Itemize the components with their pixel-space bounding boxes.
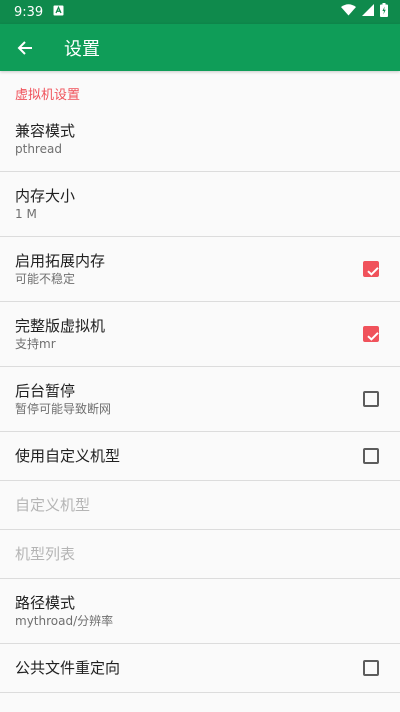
settings-list: 虚拟机设置 兼容模式 pthread 内存大小 1 M 启用拓展内存 可能不稳定… [0, 71, 400, 712]
setting-title: 内存大小 [15, 186, 76, 205]
setting-title: 完整版虚拟机 [15, 316, 106, 335]
setting-title: 自定义机型 [15, 496, 91, 514]
notification-icon [53, 5, 64, 20]
setting-title: 路径模式 [15, 593, 76, 612]
setting-background-pause[interactable]: 后台暂停 暂停可能导致断网 [0, 367, 400, 432]
checkmark-icon [367, 267, 379, 276]
setting-public-file-redirect[interactable]: 公共文件重定向 [0, 644, 400, 693]
battery-icon [380, 3, 388, 21]
use-custom-model-checkbox[interactable] [363, 448, 379, 464]
status-bar: 9:39 [0, 0, 400, 24]
setting-extended-memory[interactable]: 启用拓展内存 可能不稳定 [0, 237, 400, 302]
setting-custom-model: 自定义机型 [0, 481, 400, 530]
setting-title: 机型列表 [15, 545, 76, 563]
setting-full-vm[interactable]: 完整版虚拟机 支持mr [0, 302, 400, 367]
page-title: 设置 [64, 38, 100, 60]
checkmark-icon [367, 332, 379, 341]
setting-model-list: 机型列表 [0, 530, 400, 579]
setting-title: 使用自定义机型 [15, 447, 121, 465]
setting-summary: mythroad/分辨率 [15, 613, 114, 628]
setting-use-custom-model[interactable]: 使用自定义机型 [0, 432, 400, 481]
setting-memory-size[interactable]: 内存大小 1 M [0, 172, 400, 237]
section-header: 虚拟机设置 [15, 88, 81, 103]
setting-path-mode[interactable]: 路径模式 mythroad/分辨率 [0, 579, 400, 644]
setting-summary: 暂停可能导致断网 [15, 401, 112, 416]
back-button[interactable] [0, 24, 50, 71]
app-toolbar: 设置 [0, 24, 400, 71]
setting-summary: 1 M [15, 206, 37, 221]
setting-compat-mode[interactable]: 兼容模式 pthread [0, 107, 400, 172]
status-time: 9:39 [14, 4, 44, 20]
setting-title: 后台暂停 [15, 381, 76, 400]
arrow-back-icon [17, 40, 32, 55]
setting-summary: 支持mr [15, 336, 56, 351]
public-file-redirect-checkbox[interactable] [363, 660, 379, 676]
setting-title: 启用拓展内存 [15, 251, 106, 270]
wifi-icon [341, 4, 356, 20]
setting-title: 公共文件重定向 [15, 659, 121, 677]
setting-summary: pthread [15, 141, 62, 156]
background-pause-checkbox[interactable] [363, 391, 379, 407]
full-vm-checkbox[interactable] [363, 326, 379, 342]
setting-title: 兼容模式 [15, 121, 76, 140]
extended-memory-checkbox[interactable] [363, 261, 379, 277]
signal-icon [362, 4, 374, 20]
setting-summary: 可能不稳定 [15, 271, 76, 286]
